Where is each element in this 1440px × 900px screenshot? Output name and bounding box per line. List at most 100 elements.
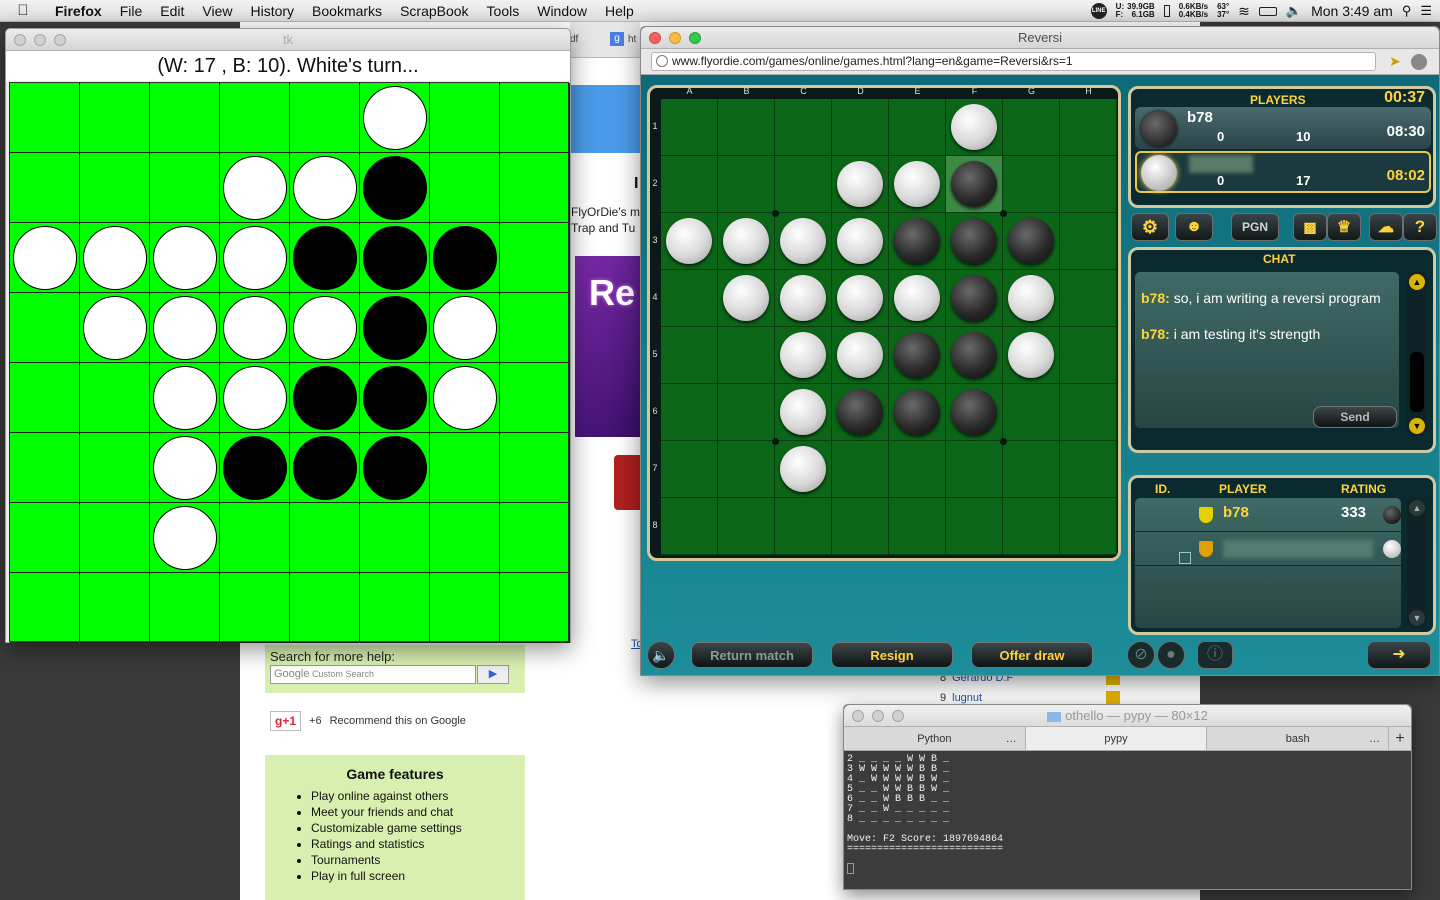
board-cell[interactable] <box>718 99 775 156</box>
board-cell[interactable] <box>220 503 290 573</box>
board-cell[interactable] <box>360 503 430 573</box>
board-cell[interactable] <box>150 83 220 153</box>
board-cell[interactable] <box>718 498 775 555</box>
tab-more-icon[interactable]: … <box>1006 727 1017 751</box>
reversi-titlebar[interactable]: Reversi <box>641 27 1439 49</box>
player-name[interactable]: b78 <box>1187 109 1213 126</box>
board-cell[interactable] <box>290 433 360 503</box>
board-cell[interactable] <box>775 441 832 498</box>
board-cell[interactable] <box>500 363 570 433</box>
menu-file[interactable]: File <box>111 3 152 19</box>
board-cell[interactable] <box>290 503 360 573</box>
list-row[interactable] <box>1135 532 1401 566</box>
minimize-window-button[interactable] <box>872 710 884 722</box>
zoom-window-button[interactable] <box>892 710 904 722</box>
board-cell[interactable] <box>832 213 889 270</box>
settings-gear-icon[interactable]: ⚙ <box>1131 213 1169 241</box>
google-search-input[interactable]: Google Custom Search <box>270 665 476 684</box>
board-cell[interactable] <box>946 384 1003 441</box>
close-window-button[interactable] <box>649 32 661 44</box>
board-cell[interactable] <box>661 384 718 441</box>
board-cell[interactable] <box>150 293 220 363</box>
board-cell[interactable] <box>661 327 718 384</box>
board-cell[interactable] <box>430 503 500 573</box>
board-cell[interactable] <box>889 99 946 156</box>
board-cell[interactable] <box>832 441 889 498</box>
board-cell[interactable] <box>889 327 946 384</box>
board-cell[interactable] <box>832 498 889 555</box>
return-match-button[interactable]: Return match <box>691 642 813 668</box>
block-icon[interactable]: ⊘ <box>1127 641 1155 669</box>
board-cell[interactable] <box>290 83 360 153</box>
board-cell[interactable] <box>80 433 150 503</box>
board-cell[interactable] <box>10 503 80 573</box>
board-cell[interactable] <box>150 223 220 293</box>
board-cell[interactable] <box>775 327 832 384</box>
board-cell[interactable] <box>1060 498 1117 555</box>
new-tab-icon[interactable]: + <box>1389 727 1411 750</box>
battery-icon[interactable] <box>1258 6 1277 16</box>
board-cell[interactable] <box>1060 156 1117 213</box>
board-cell[interactable] <box>775 498 832 555</box>
board-cell[interactable] <box>150 573 220 643</box>
board-cell[interactable] <box>946 441 1003 498</box>
gplus-button[interactable]: g+1 <box>270 711 302 731</box>
board-cell[interactable] <box>889 441 946 498</box>
board-cell[interactable] <box>220 433 290 503</box>
menu-edit[interactable]: Edit <box>151 3 193 19</box>
board-cell[interactable] <box>360 223 430 293</box>
wifi-icon[interactable]: ≋ <box>1238 3 1250 20</box>
board-cell[interactable] <box>150 503 220 573</box>
terminal-output[interactable]: 2 _ _ _ _ W W B _ 3 W W W W W B B _ 4 _ W … <box>847 753 1407 887</box>
board-cell[interactable] <box>661 498 718 555</box>
board-cell[interactable] <box>718 270 775 327</box>
board-cell[interactable] <box>430 573 500 643</box>
terminal-titlebar[interactable]: othello — pypy — 80×12 <box>844 705 1411 727</box>
apple-menu-icon[interactable]:  <box>0 2 46 19</box>
board-cell[interactable] <box>80 363 150 433</box>
list-row[interactable]: b78 333 <box>1135 498 1401 532</box>
board-cell[interactable] <box>220 363 290 433</box>
board-cell[interactable] <box>832 384 889 441</box>
emoji-icon[interactable]: ☻ <box>1175 213 1213 241</box>
zoom-window-button[interactable] <box>54 34 66 46</box>
net-stat[interactable]: 0.6KB/s 0.4KB/s <box>1179 3 1208 19</box>
board-cell[interactable] <box>220 293 290 363</box>
menu-history[interactable]: History <box>241 3 303 19</box>
scroll-thumb[interactable] <box>1410 352 1424 412</box>
board-cell[interactable] <box>775 156 832 213</box>
board-cell[interactable] <box>10 433 80 503</box>
board-cell[interactable] <box>1060 99 1117 156</box>
board-cell[interactable] <box>718 156 775 213</box>
board-cell[interactable] <box>661 441 718 498</box>
board-cell[interactable] <box>775 270 832 327</box>
board-cell[interactable] <box>661 213 718 270</box>
board-cell[interactable] <box>775 384 832 441</box>
help-icon[interactable]: ? <box>1403 213 1437 241</box>
board-cell[interactable] <box>661 270 718 327</box>
line-app-icon[interactable]: LINE <box>1090 3 1107 19</box>
board-cell[interactable] <box>430 153 500 223</box>
board-cell[interactable] <box>832 270 889 327</box>
board-cell[interactable] <box>10 363 80 433</box>
temp-stat[interactable]: 63° 37° <box>1217 3 1229 19</box>
menu-help[interactable]: Help <box>596 3 643 19</box>
board-cell[interactable] <box>360 433 430 503</box>
board-cell[interactable] <box>290 293 360 363</box>
board-cell[interactable] <box>775 99 832 156</box>
tab-pypy[interactable]: pypy <box>1025 727 1208 750</box>
board-cell[interactable] <box>1060 270 1117 327</box>
board-cell[interactable] <box>290 223 360 293</box>
menu-tools[interactable]: Tools <box>478 3 529 19</box>
board-cell[interactable] <box>360 573 430 643</box>
board-cell[interactable] <box>430 433 500 503</box>
board-cell[interactable] <box>360 363 430 433</box>
tk-othello-board[interactable] <box>9 82 570 643</box>
board-cell[interactable] <box>430 363 500 433</box>
board-cell[interactable] <box>946 327 1003 384</box>
board-cell[interactable] <box>1003 327 1060 384</box>
board-cell[interactable] <box>10 293 80 363</box>
board-cell[interactable] <box>1003 270 1060 327</box>
sound-icon[interactable]: 🔈 <box>647 641 675 669</box>
exit-icon[interactable]: ➜ <box>1367 641 1431 669</box>
